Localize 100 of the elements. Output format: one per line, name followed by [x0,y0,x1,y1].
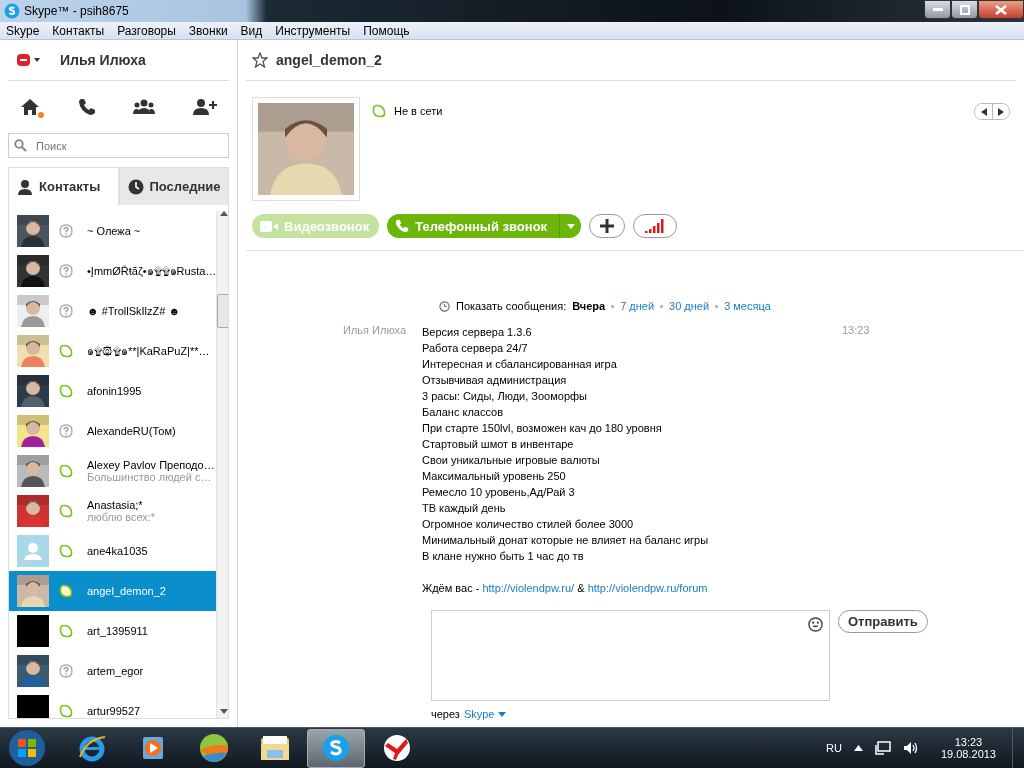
menu-item[interactable]: Контакты [52,23,105,38]
search-field[interactable]: Поиск [8,133,229,158]
taskbar-app[interactable] [307,728,365,768]
volume-icon[interactable] [902,741,919,755]
contact-name: art_1395911 [87,625,148,637]
history-option[interactable]: 3 месяца [724,300,771,312]
message-line: При старте 150lvl, возможен кач до 180 уровня [422,421,663,436]
message-input[interactable] [431,610,830,701]
language-indicator[interactable]: RU [826,742,842,754]
contact-item[interactable]: ane4ka1035 [9,531,217,571]
add-person-icon [192,98,217,116]
menu-item[interactable]: Инструменты [275,23,351,38]
minimize-button[interactable] [924,0,951,19]
clock-time[interactable]: 13:23 [954,736,983,748]
message-line: Огромное количество стилей более 3000 [422,517,635,532]
contact-name: ๑۩۞۩๑**|KaRaPuZ|**… [87,344,210,359]
contact-item[interactable]: art_1395911 [9,611,217,651]
link[interactable]: http://violendpw.ru/ [482,582,575,594]
star-icon[interactable] [252,52,268,68]
phone-icon [77,98,96,116]
contact-name: afonin1995 [87,385,142,397]
contact-item[interactable]: artur99527 [9,691,217,718]
status-dropdown-icon[interactable] [16,53,42,67]
colorful-ball-icon [199,733,229,763]
service-dropdown[interactable]: Skype [463,708,495,720]
link[interactable]: http://violendpw.ru/forum [587,582,708,594]
contact-item[interactable]: Anastasia;* люблю всех:* [9,491,217,531]
start-button[interactable] [8,729,46,767]
scroll-up-icon[interactable] [220,211,228,216]
add-button[interactable] [589,214,626,238]
contact-name: Anastasia;* [87,499,144,511]
home-icon [20,98,40,116]
caret-icon [566,223,575,229]
yandex-browser-icon [382,733,412,763]
contact-mood: люблю всех:* [87,511,156,523]
contact-item[interactable]: artem_egor [9,651,217,691]
call-quality-button[interactable] [633,214,678,238]
phone-icon [395,219,410,233]
message-line: Работа сервера 24/7 [422,341,529,356]
tray-arrow-icon[interactable] [853,745,863,751]
scroll-down-icon[interactable] [220,709,228,714]
next-button[interactable] [992,104,1009,119]
menu-item[interactable]: Разговоры [117,23,176,38]
maximize-button[interactable] [951,0,978,19]
contact-item[interactable]: •ĮmmØŘŧãζ•๑۩۩๑Rusta… [9,251,217,291]
menu-item[interactable]: Помощь [363,23,410,38]
clock-date[interactable]: 19.08.2013 [940,748,996,760]
contact-name: artem_egor [87,665,144,677]
history-option[interactable]: 7 дней [620,300,655,312]
tab[interactable]: Контакты [8,167,119,205]
contact-item[interactable]: ☻ #TrollSkIlzZ# ☻ [9,291,217,331]
message-line: Баланс классов [422,405,505,420]
left-arrow-icon [980,107,987,116]
contact-name: artur99527 [87,705,141,717]
group-button[interactable] [131,97,158,117]
contact-item[interactable]: ๑۩۞۩๑**|KaRaPuZ|**… [9,331,217,371]
skype-logo-icon [4,3,20,19]
scrollbar[interactable] [216,211,228,718]
status-text: Не в сети [394,105,443,117]
clock-icon [127,178,144,195]
plus-icon [600,219,615,233]
history-option[interactable]: 30 дней [669,300,710,312]
clock-icon [439,300,450,312]
close-button[interactable] [978,0,1024,19]
message-line: ТВ каждый день [422,501,507,516]
close-icon [995,4,1007,15]
search-icon [14,139,27,152]
add-contact-button[interactable] [190,96,219,118]
message-time: 13:23 [842,324,870,336]
right-arrow-icon [998,107,1004,116]
contact-item[interactable]: ~ Олежа ~ [9,211,217,251]
message-line: Интересная и сбалансированная игра [422,357,618,372]
message-line: Ремесло 10 уровень,Ад/Рай 3 [422,485,576,500]
message-line: Ждём вас - http://violendpw.ru/ & http://violendpw.ru/forum [422,581,708,596]
contact-item[interactable]: afonin1995 [9,371,217,411]
contact-name: ~ Олежа ~ [87,225,141,237]
person-icon [17,178,33,195]
contact-item[interactable]: Alexey Pavlov Преподо… Большинство людей с… [9,451,217,491]
contact-title: angel_demon_2 [276,52,382,68]
contact-name: ane4ka1035 [87,545,148,557]
menu-item[interactable]: Skype [6,23,40,38]
message-line: Максимальный уровень 250 [422,469,567,484]
smiley-icon[interactable] [808,617,823,632]
tab[interactable]: Последние [118,167,229,205]
window-title: Skype™ - psih8675 [24,4,129,18]
menu-item[interactable]: Звонки [188,23,228,38]
contact-name: •ĮmmØŘŧãζ•๑۩۩๑Rusta… [87,264,217,279]
contact-item[interactable]: AlexandeRU(Том) [9,411,217,451]
user-name: Илья Илюха [60,52,146,68]
video-camera-icon [260,220,278,232]
scrollbar-thumb[interactable] [217,294,228,328]
contact-name: AlexandeRU(Том) [87,425,176,437]
history-label: Показать сообщения: [456,300,567,312]
history-option[interactable]: Вчера [572,300,606,312]
caret-icon[interactable] [498,711,507,717]
menu-item[interactable]: Вид [240,23,263,38]
send-button[interactable]: Отправить [838,610,928,633]
contact-item[interactable]: angel_demon_2 [9,571,217,611]
via-label: через [431,708,460,720]
network-icon[interactable] [874,741,891,755]
